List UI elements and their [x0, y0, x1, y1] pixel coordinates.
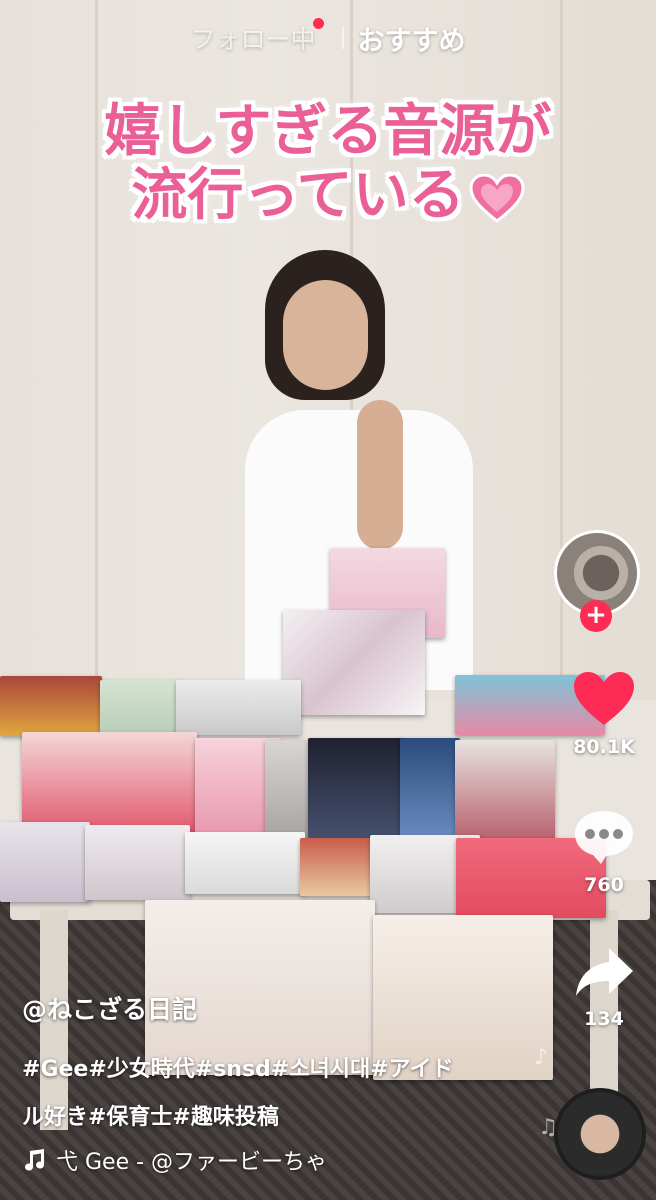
- description-line-2: ル好き#保育士#趣味投稿: [22, 1105, 279, 1130]
- post-description[interactable]: #Gee#少女時代#snsd#소녀시대#アイド ル好き#保育士#趣味投稿: [22, 1046, 542, 1142]
- album-cover: [85, 825, 190, 900]
- share-button[interactable]: 134: [556, 944, 652, 1030]
- album-cover: [308, 738, 403, 838]
- tab-following-label: フォロー中: [190, 25, 316, 54]
- tab-following[interactable]: フォロー中: [190, 18, 324, 56]
- album-cover: [400, 738, 460, 838]
- tab-for-you[interactable]: おすすめ: [358, 19, 466, 58]
- caption-line-2: 流行っている: [0, 164, 656, 228]
- caption-line-2-text: 流行っている: [131, 163, 465, 228]
- description-line-1: #Gee#少女時代#snsd#소녀시대#アイド: [22, 1057, 454, 1082]
- share-count: 134: [584, 1008, 624, 1030]
- new-content-dot: [312, 18, 324, 29]
- music-title: 弋 Gee - @ファービーちゃ: [56, 1150, 328, 1175]
- music-note-icon: [25, 1149, 44, 1171]
- plus-icon[interactable]: +: [580, 600, 612, 632]
- album-cover: [22, 732, 197, 832]
- floating-note-icon: ♪: [533, 1045, 548, 1070]
- caption-line-1: 嬉しすぎる音源が: [104, 99, 552, 164]
- share-icon[interactable]: [573, 944, 635, 1000]
- person-face: [283, 280, 368, 390]
- heart-icon[interactable]: [571, 670, 637, 728]
- album-cover: [300, 838, 375, 896]
- comment-count: 760: [584, 874, 624, 896]
- album-cover: [0, 822, 90, 902]
- post-info: @ねこざる日記 #Gee#少女時代#snsd#소녀시대#アイド ル好き#保育士#…: [22, 990, 542, 1176]
- music-disc[interactable]: [554, 1088, 646, 1180]
- creator-username[interactable]: @ねこざる日記: [22, 990, 542, 1026]
- album-cover: [0, 676, 102, 736]
- album-cover: [176, 680, 301, 735]
- video-caption: 嬉しすぎる音源が 流行っている: [0, 100, 656, 228]
- comment-icon[interactable]: [572, 808, 636, 866]
- top-feed-tabs: フォロー中 おすすめ: [0, 18, 656, 58]
- like-count: 80.1K: [573, 736, 635, 758]
- person-hands: [357, 400, 403, 550]
- album-cover: [265, 740, 310, 840]
- album-cover: [455, 740, 555, 850]
- album-cover: [185, 832, 305, 894]
- creator-avatar-button[interactable]: +: [554, 530, 640, 632]
- like-button[interactable]: 80.1K: [556, 670, 652, 758]
- album-cover: [100, 680, 180, 735]
- album-cover: [283, 610, 425, 715]
- comment-button[interactable]: 760: [556, 808, 652, 896]
- tab-divider: [341, 27, 344, 49]
- music-info[interactable]: 弋 Gee - @ファービーちゃ: [22, 1144, 542, 1176]
- pink-heart-icon: [469, 173, 525, 224]
